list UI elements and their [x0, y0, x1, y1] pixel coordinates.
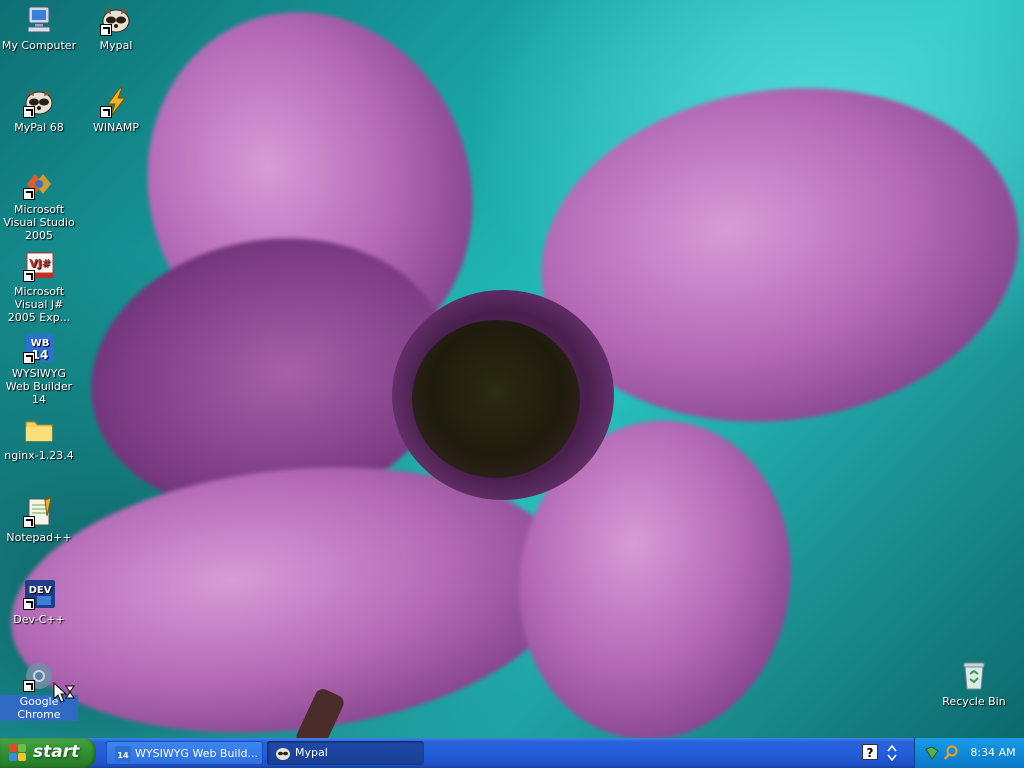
taskbar-button-wysiwyg[interactable]: 14 WYSIWYG Web Build... [106, 741, 263, 765]
start-label: start [33, 742, 80, 762]
desktop-icon-winamp[interactable]: WINAMP [77, 86, 155, 134]
desktop-icon-visual-studio-2005[interactable]: Microsoft Visual Studio 2005 [0, 168, 78, 242]
desktop-icon-label: Microsoft Visual Studio 2005 [3, 203, 75, 242]
taskbar-button-label: WYSIWYG Web Build... [135, 747, 259, 760]
windows-logo-icon [9, 744, 27, 762]
network-icon[interactable] [924, 745, 940, 761]
shortcut-arrow-icon [23, 598, 35, 610]
desktop-icon-label: Recycle Bin [942, 695, 1006, 708]
desktop-icon-dev-cpp[interactable]: DEV Dev-C++ [0, 578, 78, 626]
desktop-icon-label: Notepad++ [6, 531, 72, 544]
desktop-icon-wysiwyg-web-builder[interactable]: WB 14 WYSIWYG Web Builder 14 [0, 332, 78, 406]
desktop-icon-visual-jsharp[interactable]: VJ# Microsoft Visual J# 2005 Exp... [0, 250, 78, 324]
wb14-icon: WB 14 [23, 332, 55, 364]
notepadpp-icon [23, 496, 55, 528]
shortcut-arrow-icon [23, 270, 35, 282]
taskbar-button-mypal[interactable]: Mypal [267, 741, 424, 765]
mouse-pointer-busy-icon [53, 681, 77, 710]
clock[interactable]: 8:34 AM [967, 738, 1019, 768]
shortcut-arrow-icon [100, 24, 112, 36]
vjsharp-icon: VJ# [23, 250, 55, 282]
start-button[interactable]: start [0, 738, 96, 768]
shortcut-arrow-icon [23, 188, 35, 200]
desktop-icon-recycle-bin[interactable]: Recycle Bin [935, 660, 1013, 708]
desktop-icon-label: Microsoft Visual J# 2005 Exp... [7, 285, 71, 324]
chrome-icon [23, 660, 55, 692]
raccoon-icon [23, 86, 55, 118]
tray-expand-icon[interactable] [886, 744, 898, 762]
help-icon[interactable]: ? [862, 744, 878, 760]
desktop-icon-my-computer[interactable]: My Computer [0, 4, 78, 52]
raccoon-icon [275, 745, 291, 761]
desktop-icon-label: Dev-C++ [13, 613, 65, 626]
folder-icon [23, 414, 55, 446]
desktop-icon-label: MyPal 68 [14, 121, 64, 134]
shortcut-arrow-icon [100, 106, 112, 118]
desktop-icon-notepad-plus-plus[interactable]: Notepad++ [0, 496, 78, 544]
shortcut-arrow-icon [23, 516, 35, 528]
shortcut-arrow-icon [23, 680, 35, 692]
desktop-icon-label: Mypal [99, 39, 133, 52]
svg-text:14: 14 [117, 751, 129, 760]
shortcut-arrow-icon [23, 352, 35, 364]
desktop-icon-mypal-68[interactable]: MyPal 68 [0, 86, 78, 134]
computer-icon [23, 4, 55, 36]
desktop-icon-label: WYSIWYG Web Builder 14 [5, 367, 73, 406]
search-icon[interactable] [943, 745, 959, 761]
taskbar: start 14 WYSIWYG Web Build... Mypal ? 8:… [0, 738, 1024, 768]
visual-studio-icon [23, 168, 55, 200]
desktop-icon-label: My Computer [1, 39, 77, 52]
desktop-icon-mypal[interactable]: Mypal [77, 4, 155, 52]
recycle-bin-icon [958, 660, 990, 692]
devcpp-icon: DEV [23, 578, 55, 610]
desktop-icon-nginx-folder[interactable]: nginx-1.23.4 [0, 414, 78, 462]
svg-text:VJ#: VJ# [29, 257, 51, 270]
lightning-icon [100, 86, 132, 118]
desktop-icon-label: nginx-1.23.4 [4, 449, 74, 462]
svg-text:DEV: DEV [29, 585, 52, 596]
wb14-icon: 14 [115, 746, 131, 762]
shortcut-arrow-icon [23, 106, 35, 118]
desktop-icon-label: WINAMP [93, 121, 139, 134]
raccoon-icon [100, 4, 132, 36]
wallpaper-flower-center [412, 320, 580, 478]
taskbar-button-label: Mypal [295, 746, 328, 759]
desktop-background: My Computer Mypal MyPal 68 WINAMP Micros… [0, 0, 1024, 738]
system-tray: 8:34 AM [914, 738, 1024, 768]
